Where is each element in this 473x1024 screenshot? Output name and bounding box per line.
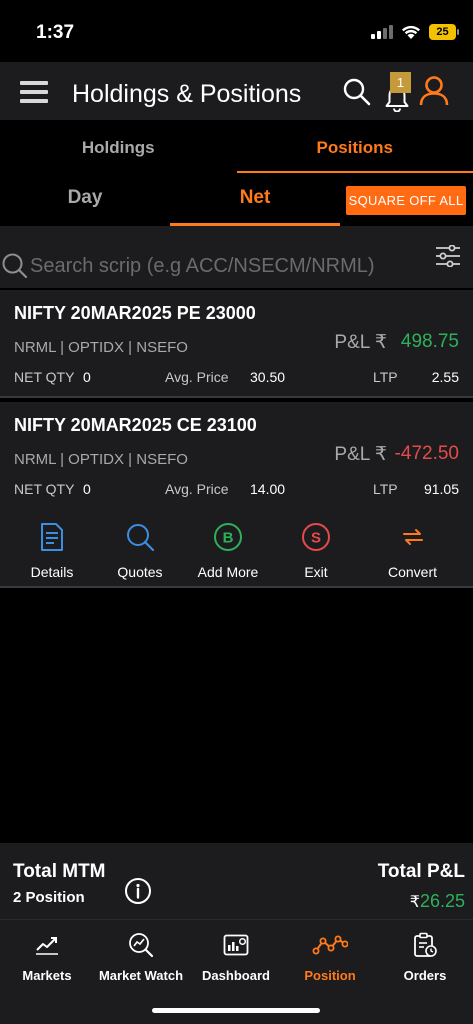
search-bar [0, 226, 473, 288]
convert-button[interactable]: Convert [352, 520, 473, 584]
nav-position[interactable]: Position [283, 930, 377, 983]
orders-clipboard-icon [414, 932, 437, 957]
battery-level: 25 [429, 24, 456, 40]
nav-markets[interactable]: Markets [0, 930, 94, 983]
info-icon[interactable] [124, 877, 152, 905]
nav-markets-label: Markets [22, 968, 72, 983]
pnl-label: P&L ₹ [334, 332, 387, 353]
home-indicator [152, 1008, 320, 1013]
quotes-button[interactable]: Quotes [104, 520, 176, 584]
notifications-button[interactable]: 1 [382, 70, 414, 114]
nav-orders-label: Orders [403, 968, 447, 983]
position-card[interactable]: NIFTY 20MAR2025 PE 23000 NRML | OPTIDX |… [0, 290, 473, 398]
notification-badge: 1 [390, 72, 411, 93]
rupee-symbol: ₹ [409, 894, 420, 911]
scrip-meta: NRML | OPTIDX | NSEFO [14, 339, 188, 356]
avg-price-value: 30.50 [250, 369, 286, 385]
ltp-label: LTP [373, 369, 398, 385]
markets-chart-icon [36, 937, 58, 955]
nav-orders[interactable]: Orders [378, 930, 472, 983]
search-scrip-input[interactable] [30, 251, 420, 281]
buy-icon: B [214, 523, 242, 551]
total-pnl-value: 26.25 [419, 891, 465, 911]
main-tabs: Holdings Positions [0, 120, 473, 173]
status-bar: 1:37 25 [0, 0, 473, 62]
sub-tabs: Day Net SQUARE OFF ALL [0, 173, 473, 226]
wifi-icon [402, 25, 420, 39]
search-icon[interactable] [343, 78, 371, 106]
nav-dashboard-label: Dashboard [202, 968, 270, 983]
net-qty-value: 0 [83, 481, 91, 497]
signal-icon [371, 25, 393, 39]
sell-icon: S [302, 523, 330, 551]
position-graph-icon [312, 935, 348, 955]
battery-icon: 25 [429, 24, 459, 40]
net-qty-value: 0 [83, 369, 91, 385]
ltp-value: 2.55 [431, 369, 459, 385]
avg-price-label: Avg. Price [165, 481, 229, 497]
page-title: Holdings & Positions [72, 80, 302, 108]
add-more-button[interactable]: B Add More [176, 520, 280, 584]
convert-arrows-icon [402, 529, 423, 545]
net-qty-label: NET QTY [14, 369, 75, 385]
exit-label: Exit [304, 564, 328, 580]
position-actions: Details Quotes B Add More S Exit Convert [0, 520, 473, 584]
total-mtm-title: Total MTM [13, 861, 106, 882]
total-pnl: ₹26.25 [410, 891, 465, 912]
add-more-label: Add More [197, 564, 259, 580]
app-header: Holdings & Positions 1 [0, 62, 473, 120]
nav-market-watch[interactable]: Market Watch [94, 930, 188, 983]
tab-holdings[interactable]: Holdings [0, 120, 237, 173]
pnl-value: -472.50 [394, 443, 459, 464]
scrip-meta: NRML | OPTIDX | NSEFO [14, 451, 188, 468]
scrip-name: NIFTY 20MAR2025 PE 23000 [14, 303, 256, 323]
scrip-name: NIFTY 20MAR2025 CE 23100 [14, 415, 257, 435]
exit-button[interactable]: S Exit [280, 520, 352, 584]
position-card[interactable]: NIFTY 20MAR2025 CE 23100 NRML | OPTIDX |… [0, 402, 473, 588]
buy-glyph: B [223, 530, 234, 547]
pnl-label: P&L ₹ [334, 444, 387, 465]
tab-day[interactable]: Day [0, 187, 170, 209]
status-icons: 25 [371, 24, 459, 40]
magnifier-icon [127, 524, 154, 551]
position-count: 2 Position [13, 889, 85, 906]
total-pnl-title: Total P&L [377, 861, 465, 882]
quotes-label: Quotes [117, 564, 163, 580]
dashboard-icon [223, 934, 249, 956]
document-icon [41, 523, 63, 551]
profile-icon[interactable] [418, 74, 450, 106]
nav-dashboard[interactable]: Dashboard [189, 930, 283, 983]
details-label: Details [30, 564, 74, 580]
details-button[interactable]: Details [0, 520, 104, 584]
net-qty-label: NET QTY [14, 481, 75, 497]
pnl-value: 498.75 [400, 331, 459, 352]
nav-market-watch-label: Market Watch [98, 968, 184, 983]
square-off-all-button[interactable]: SQUARE OFF ALL [346, 186, 466, 215]
convert-label: Convert [387, 564, 438, 580]
ltp-value: 91.05 [423, 481, 459, 497]
tab-positions[interactable]: Positions [236, 120, 473, 173]
status-time: 1:37 [36, 22, 75, 43]
ltp-label: LTP [373, 481, 398, 497]
nav-position-label: Position [304, 968, 356, 983]
sell-glyph: S [311, 530, 321, 547]
summary-bar: Total MTM 2 Position Total P&L ₹26.25 [0, 843, 473, 919]
tab-net[interactable]: Net [170, 187, 340, 209]
filter-icon[interactable] [435, 245, 461, 267]
market-watch-icon [129, 933, 154, 958]
search-scrip-icon [2, 253, 28, 279]
avg-price-label: Avg. Price [165, 369, 229, 385]
avg-price-value: 14.00 [250, 481, 286, 497]
hamburger-menu-icon[interactable] [20, 81, 48, 103]
